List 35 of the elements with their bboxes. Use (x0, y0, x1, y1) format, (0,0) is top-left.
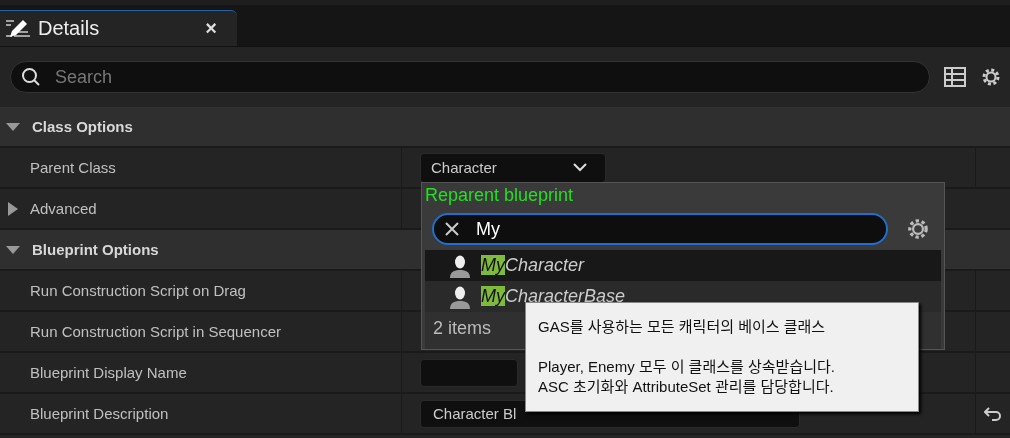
search-icon (21, 67, 41, 87)
clear-icon[interactable] (444, 221, 460, 237)
section-title: Blueprint Options (32, 241, 159, 258)
close-button[interactable]: × (201, 17, 221, 40)
pencil-icon (4, 17, 30, 40)
caret-icon (573, 163, 587, 172)
search-field[interactable]: Search (53, 65, 919, 89)
collapsed-arrow-icon[interactable] (8, 201, 18, 216)
section-header[interactable]: Class Options (0, 107, 1010, 148)
property-label: Advanced (30, 200, 97, 217)
class-search-field[interactable]: My (474, 217, 778, 241)
parent-class-dropdown[interactable]: Character (420, 152, 606, 183)
class-search-box[interactable]: My (432, 213, 888, 245)
property-label: Run Construction Script in Sequencer (30, 323, 281, 340)
person-icon (449, 253, 471, 278)
section-title: Class Options (32, 118, 133, 135)
table-icon[interactable] (944, 67, 966, 87)
class-name: MyCharacterBase (481, 286, 626, 307)
reset-arrow-icon[interactable] (984, 406, 1002, 421)
text-field[interactable] (420, 358, 518, 387)
person-icon (449, 284, 471, 309)
tab-title: Details (38, 17, 101, 40)
property-label: Parent Class (30, 159, 116, 176)
settings-icon[interactable] (980, 66, 1002, 88)
property-label: Run Construction Script on Drag (30, 282, 246, 299)
details-tab[interactable]: Details × (0, 10, 237, 46)
popup-title: Reparent blueprint (424, 184, 575, 207)
tooltip-text: GAS를 사용하는 모든 캐릭터의 베이스 클래스 (538, 317, 827, 337)
property-label: Blueprint Display Name (30, 364, 187, 381)
class-name: MyCharacter (481, 255, 585, 276)
search-box[interactable]: Search (10, 61, 930, 93)
settings-icon[interactable] (906, 217, 930, 241)
class-list-item[interactable]: MyCharacter (425, 250, 941, 281)
property-label: Blueprint Description (30, 405, 169, 422)
tooltip-text: Player, Enemy 모두 이 클래스를 상속받습니다. ASC 초기화와 AttributeSet 관리를 담당합니다. (538, 357, 836, 397)
